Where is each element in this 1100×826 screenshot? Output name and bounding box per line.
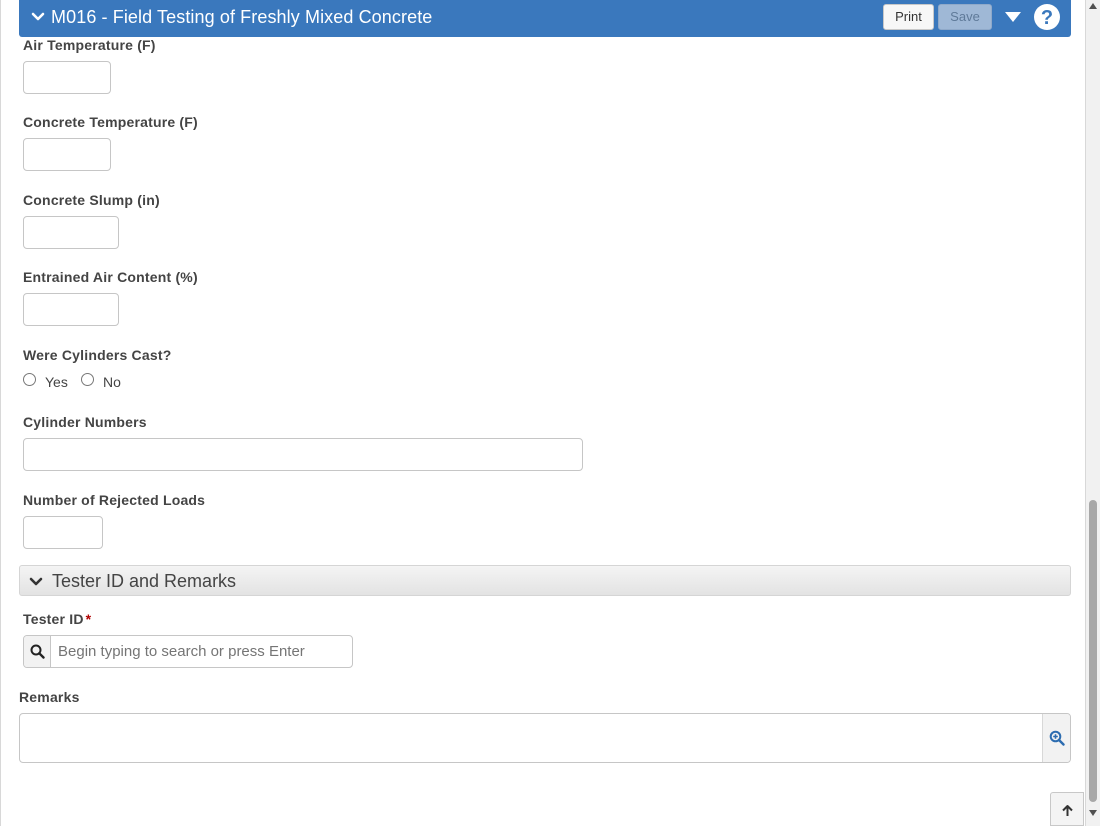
arrow-up-icon (1062, 805, 1073, 816)
air-content-input[interactable] (23, 293, 119, 326)
tester-section-title: Tester ID and Remarks (52, 571, 237, 591)
cylinder-numbers-input[interactable] (23, 438, 583, 471)
search-icon (30, 644, 45, 659)
chevron-down-icon[interactable] (31, 10, 45, 24)
search-addon[interactable] (24, 636, 51, 667)
zoom-in-icon (1049, 730, 1065, 746)
caret-down-icon[interactable] (1004, 11, 1022, 23)
radio-yes-label[interactable]: Yes (45, 374, 68, 390)
form-title: M016 - Field Testing of Freshly Mixed Co… (51, 7, 433, 27)
required-marker: * (85, 611, 92, 627)
tester-section-header[interactable]: Tester ID and Remarks (19, 565, 1071, 596)
remarks-label: Remarks (19, 689, 80, 705)
concrete-temperature-label: Concrete Temperature (F) (23, 114, 198, 130)
air-temperature-input[interactable] (23, 61, 111, 94)
scroll-up-icon[interactable] (1089, 3, 1097, 9)
air-content-label: Entrained Air Content (%) (23, 269, 198, 285)
remarks-zoom-button[interactable] (1042, 714, 1070, 762)
radio-yes[interactable] (23, 373, 36, 386)
cylinders-cast-label: Were Cylinders Cast? (23, 347, 172, 363)
concrete-slump-input[interactable] (23, 216, 119, 249)
tester-id-search[interactable] (23, 635, 353, 668)
radio-no[interactable] (81, 373, 94, 386)
vertical-scrollbar[interactable] (1086, 0, 1100, 826)
help-icon[interactable]: ? (1033, 3, 1061, 31)
chevron-down-icon[interactable] (29, 575, 43, 589)
rejected-loads-label: Number of Rejected Loads (23, 492, 206, 508)
rejected-loads-input[interactable] (23, 516, 103, 549)
air-temperature-label: Air Temperature (F) (23, 37, 156, 53)
cylinder-numbers-label: Cylinder Numbers (23, 414, 147, 430)
save-button[interactable]: Save (938, 4, 992, 30)
scrollbar-thumb[interactable] (1089, 500, 1097, 802)
remarks-textarea[interactable] (19, 713, 1071, 763)
tester-id-label-text: Tester ID (23, 611, 84, 627)
back-to-top-button[interactable] (1050, 792, 1084, 826)
print-button[interactable]: Print (883, 4, 934, 30)
radio-no-label[interactable]: No (103, 374, 121, 390)
concrete-slump-label: Concrete Slump (in) (23, 192, 160, 208)
svg-text:?: ? (1041, 7, 1053, 29)
tester-id-label: Tester ID * (23, 611, 91, 627)
concrete-temperature-input[interactable] (23, 138, 111, 171)
tester-id-input[interactable] (52, 636, 352, 667)
scroll-down-icon[interactable] (1089, 810, 1097, 816)
form-page: M016 - Field Testing of Freshly Mixed Co… (0, 0, 1086, 826)
form-header: M016 - Field Testing of Freshly Mixed Co… (19, 0, 1071, 37)
